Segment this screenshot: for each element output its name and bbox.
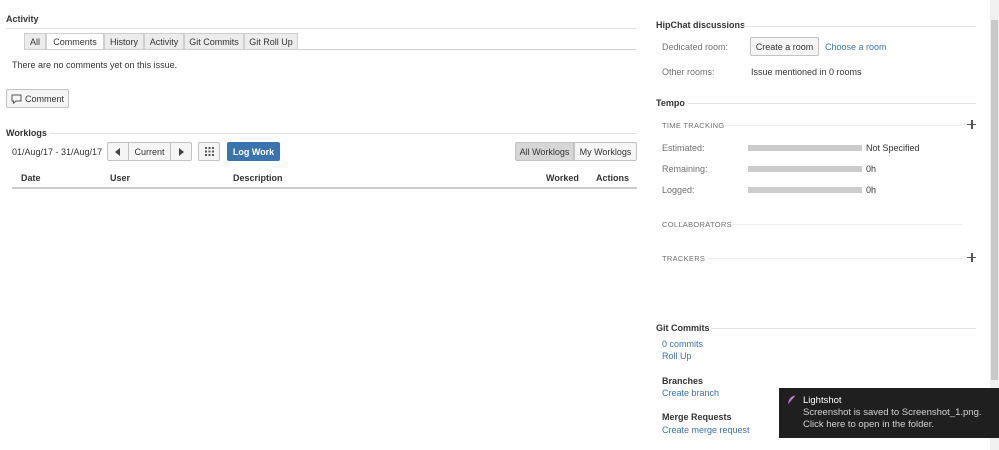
- comment-button[interactable]: Comment: [6, 89, 69, 108]
- tab-all[interactable]: All: [24, 33, 46, 49]
- create-branch-link[interactable]: Create branch: [662, 388, 719, 398]
- create-room-button[interactable]: Create a room: [750, 37, 819, 56]
- trackers-label: TRACKERS: [662, 254, 706, 263]
- table-header-border: [12, 187, 637, 189]
- tempo-title: Tempo: [656, 98, 685, 108]
- git-commits-title: Git Commits: [656, 323, 710, 333]
- activity-title: Activity: [6, 14, 39, 24]
- choose-room-link[interactable]: Choose a room: [825, 42, 887, 52]
- worklogs-divider: [50, 133, 636, 134]
- logged-value: 0h: [866, 185, 877, 195]
- scrollbar-thumb[interactable]: [991, 20, 998, 380]
- worklogs-title: Worklogs: [6, 128, 47, 138]
- estimated-value: Not Specified: [866, 143, 920, 153]
- hipchat-title: HipChat discussions: [656, 20, 746, 30]
- other-rooms-label: Other rooms:: [662, 67, 715, 77]
- tabs-baseline: [24, 49, 636, 50]
- collaborators-label: COLLABORATORS: [662, 220, 732, 229]
- comment-button-label: Comment: [24, 93, 64, 104]
- tab-git-roll-up[interactable]: Git Roll Up: [244, 33, 298, 49]
- tab-comments[interactable]: Comments: [46, 33, 104, 50]
- caret-right-icon: [179, 147, 184, 156]
- roll-up-link[interactable]: Roll Up: [662, 351, 692, 361]
- toast-line-1: Screenshot is saved to Screenshot_1.png.: [803, 407, 982, 418]
- toast-line-2: Click here to open in the folder.: [803, 419, 934, 430]
- add-time-tracking-icon[interactable]: [967, 120, 976, 129]
- tab-git-commits[interactable]: Git Commits: [184, 33, 244, 49]
- create-merge-request-link[interactable]: Create merge request: [662, 425, 750, 435]
- dedicated-room-label: Dedicated room:: [662, 42, 729, 52]
- column-worked: Worked: [546, 173, 579, 183]
- other-rooms-value: Issue mentioned in 0 rooms: [751, 67, 862, 77]
- current-period-button[interactable]: Current: [128, 142, 171, 161]
- remaining-value: 0h: [866, 164, 877, 174]
- previous-period-button[interactable]: [107, 142, 129, 161]
- time-tracking-divider: [724, 125, 962, 126]
- grid-icon: [204, 147, 214, 156]
- time-tracking-label: TIME TRACKING: [662, 121, 725, 130]
- activity-divider: [6, 28, 636, 29]
- column-date: Date: [21, 173, 41, 183]
- branches-title: Branches: [662, 376, 704, 386]
- hipchat-divider: [741, 26, 976, 27]
- next-period-button[interactable]: [170, 142, 192, 161]
- commits-link[interactable]: 0 commits: [662, 339, 703, 349]
- feather-icon: [788, 395, 796, 405]
- toast-title: Lightshot: [803, 395, 842, 406]
- estimated-label: Estimated:: [662, 143, 705, 153]
- tempo-divider: [688, 103, 976, 104]
- log-work-button[interactable]: Log Work: [227, 142, 280, 161]
- remaining-bar: [748, 166, 862, 172]
- logged-bar: [748, 187, 862, 193]
- collaborators-divider: [732, 224, 962, 225]
- add-tracker-icon[interactable]: [967, 253, 976, 262]
- caret-left-icon: [115, 147, 120, 156]
- column-actions: Actions: [596, 173, 630, 183]
- git-commits-divider: [711, 328, 976, 329]
- lightshot-notification[interactable]: Lightshot Screenshot is saved to Screens…: [779, 388, 999, 438]
- comment-icon: [11, 94, 22, 104]
- tab-history[interactable]: History: [104, 33, 144, 49]
- tab-activity[interactable]: Activity: [144, 33, 184, 49]
- estimated-bar: [748, 145, 862, 151]
- column-description: Description: [233, 173, 283, 183]
- date-range: 01/Aug/17 - 31/Aug/17: [12, 147, 103, 157]
- column-user: User: [110, 173, 131, 183]
- remaining-label: Remaining:: [662, 164, 708, 174]
- trackers-divider: [708, 258, 962, 259]
- calendar-grid-button[interactable]: [198, 142, 220, 161]
- merge-requests-title: Merge Requests: [662, 412, 732, 422]
- logged-label: Logged:: [662, 185, 695, 195]
- my-worklogs-button[interactable]: My Worklogs: [574, 142, 637, 161]
- no-comments-message: There are no comments yet on this issue.: [12, 60, 178, 70]
- all-worklogs-button[interactable]: All Worklogs: [515, 142, 574, 161]
